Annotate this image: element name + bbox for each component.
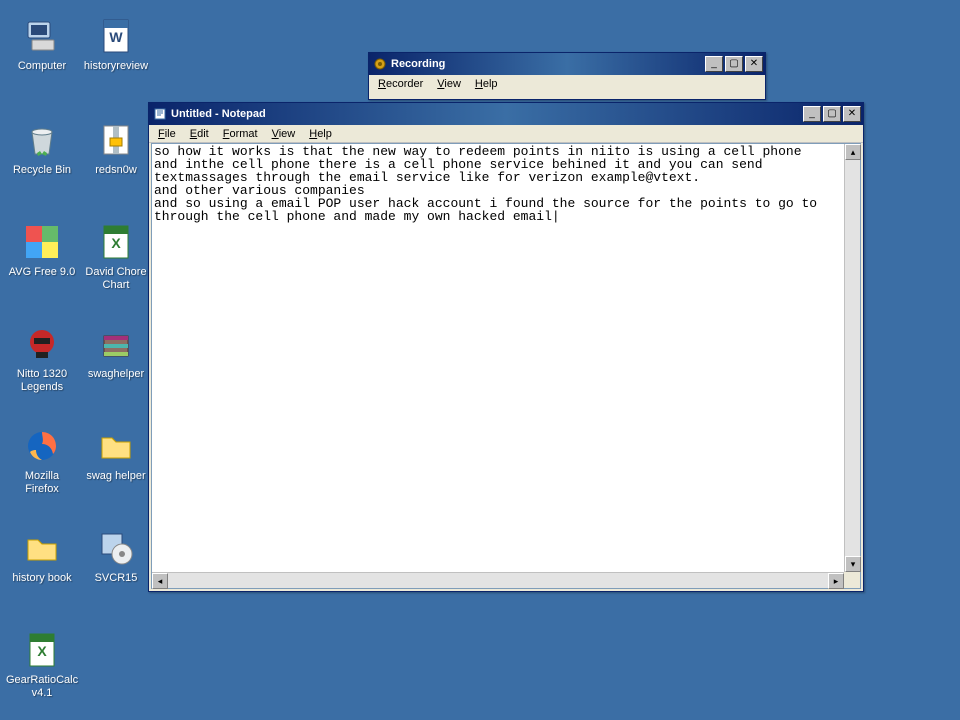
notepad-menu-view[interactable]: View: [265, 127, 303, 141]
recording-maximize-button[interactable]: ▢: [725, 56, 743, 72]
installer-icon: [96, 528, 136, 568]
recording-minimize-button[interactable]: _: [705, 56, 723, 72]
notepad-maximize-button[interactable]: ▢: [823, 106, 841, 122]
desktop-icon-label: historyreview: [84, 60, 148, 73]
desktop-icon-label: AVG Free 9.0: [9, 266, 75, 279]
svg-text:W: W: [109, 29, 123, 45]
firefox-icon: [22, 426, 62, 466]
notepad-textarea[interactable]: so how it works is that the new way to r…: [152, 144, 860, 588]
scroll-down-button[interactable]: ▾: [845, 556, 861, 572]
desktop-icon-historyreview[interactable]: Whistoryreview: [82, 16, 150, 73]
notepad-content-area: so how it works is that the new way to r…: [151, 143, 861, 589]
word-icon: W: [96, 16, 136, 56]
avg-icon: [22, 222, 62, 262]
desktop-icon-david-chore-chart[interactable]: X David Chore Chart: [82, 222, 150, 292]
notepad-title: Untitled - Notepad: [171, 108, 803, 120]
horizontal-scrollbar[interactable]: ◂ ▸: [152, 572, 844, 588]
recording-app-icon: [373, 57, 387, 71]
desktop-icon-label: David Chore Chart: [82, 266, 150, 292]
desktop-icon-label: swag helper: [86, 470, 145, 483]
desktop-icon-mozilla-firefox[interactable]: Mozilla Firefox: [8, 426, 76, 496]
excel-icon: X: [22, 630, 62, 670]
desktop-icon-label: swaghelper: [88, 368, 144, 381]
desktop-icon-svcr15[interactable]: SVCR15: [82, 528, 150, 585]
recording-window[interactable]: Recording _ ▢ ✕ RecorderViewHelp: [368, 52, 766, 100]
svg-text:X: X: [37, 643, 47, 659]
excel-icon: X: [96, 222, 136, 262]
recycle-icon: [22, 120, 62, 160]
notepad-close-button[interactable]: ✕: [843, 106, 861, 122]
notepad-app-icon: [153, 107, 167, 121]
desktop-icon-label: GearRatioCalc v4.1: [6, 674, 78, 700]
winrar-icon: [96, 324, 136, 364]
recording-title: Recording: [391, 58, 705, 70]
recording-menu-view[interactable]: View: [430, 77, 468, 91]
folder-icon: [96, 426, 136, 466]
vertical-scrollbar[interactable]: ▴ ▾: [844, 144, 860, 572]
notepad-minimize-button[interactable]: _: [803, 106, 821, 122]
desktop-icon-label: history book: [12, 572, 71, 585]
scroll-right-button[interactable]: ▸: [828, 573, 844, 589]
notepad-titlebar[interactable]: Untitled - Notepad _ ▢ ✕: [149, 103, 863, 125]
desktop-icon-label: Recycle Bin: [13, 164, 71, 177]
notepad-menu-format[interactable]: Format: [216, 127, 265, 141]
desktop-icon-label: SVCR15: [95, 572, 138, 585]
recording-close-button[interactable]: ✕: [745, 56, 763, 72]
desktop-icon-label: redsn0w: [95, 164, 137, 177]
notepad-menu-help[interactable]: Help: [302, 127, 339, 141]
desktop-icon-gearratiocalc-v4-1[interactable]: X GearRatioCalc v4.1: [8, 630, 76, 700]
scroll-left-button[interactable]: ◂: [152, 573, 168, 589]
recording-titlebar[interactable]: Recording _ ▢ ✕: [369, 53, 765, 75]
recording-menu-recorder[interactable]: Recorder: [371, 77, 430, 91]
desktop-icon-label: Computer: [18, 60, 66, 73]
notepad-menu-file[interactable]: File: [151, 127, 183, 141]
desktop-icon-nitto-1320-legends[interactable]: Nitto 1320 Legends: [8, 324, 76, 394]
scroll-up-button[interactable]: ▴: [845, 144, 861, 160]
folder-icon: [22, 528, 62, 568]
desktop-icon-swaghelper[interactable]: swaghelper: [82, 324, 150, 381]
recording-menu-help[interactable]: Help: [468, 77, 505, 91]
computer-icon: [22, 16, 62, 56]
notepad-menu-edit[interactable]: Edit: [183, 127, 216, 141]
notepad-window[interactable]: Untitled - Notepad _ ▢ ✕ FileEditFormatV…: [148, 102, 864, 592]
desktop-icon-history-book[interactable]: history book: [8, 528, 76, 585]
desktop-icon-computer[interactable]: Computer: [8, 16, 76, 73]
recording-menubar: RecorderViewHelp: [369, 75, 765, 93]
svg-text:X: X: [111, 235, 121, 251]
desktop-icon-swag-helper[interactable]: swag helper: [82, 426, 150, 483]
archive-icon: [96, 120, 136, 160]
nitto-icon: [22, 324, 62, 364]
desktop-icon-label: Nitto 1320 Legends: [8, 368, 76, 394]
notepad-menubar: FileEditFormatViewHelp: [149, 125, 863, 143]
desktop-icon-avg-free-9-0[interactable]: AVG Free 9.0: [8, 222, 76, 279]
desktop-icon-label: Mozilla Firefox: [8, 470, 76, 496]
desktop-icon-redsn0w[interactable]: redsn0w: [82, 120, 150, 177]
desktop[interactable]: Computer Whistoryreview Recycle Bin redsn0w…: [0, 0, 960, 720]
scroll-corner: [844, 572, 860, 588]
desktop-icon-recycle-bin[interactable]: Recycle Bin: [8, 120, 76, 177]
